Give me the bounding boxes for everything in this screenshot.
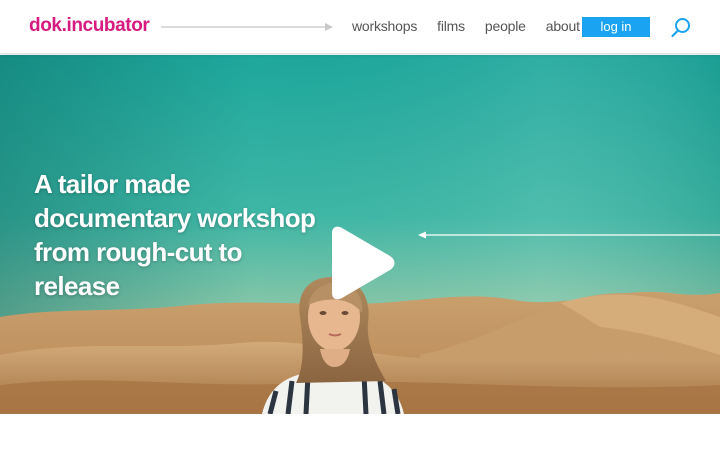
- nav-about[interactable]: about: [546, 18, 580, 34]
- nav-people[interactable]: people: [485, 18, 526, 34]
- nav-films[interactable]: films: [437, 18, 465, 34]
- search-icon[interactable]: [670, 16, 692, 38]
- nav-workshops[interactable]: workshops: [352, 18, 417, 34]
- play-icon[interactable]: [322, 225, 398, 301]
- main-nav: workshops films people about: [352, 18, 600, 34]
- hero-banner: A tailor made documentary workshop from …: [0, 55, 720, 414]
- hero-title: A tailor made documentary workshop from …: [34, 169, 316, 301]
- page-below-hero: [0, 414, 720, 450]
- login-button[interactable]: log in: [582, 17, 650, 37]
- decorative-arrow-right-icon: [161, 23, 333, 31]
- site-header: dok.incubator workshops films people abo…: [0, 0, 720, 54]
- site-logo[interactable]: dok.incubator: [29, 15, 150, 37]
- decorative-arrow-left-icon: [418, 231, 720, 239]
